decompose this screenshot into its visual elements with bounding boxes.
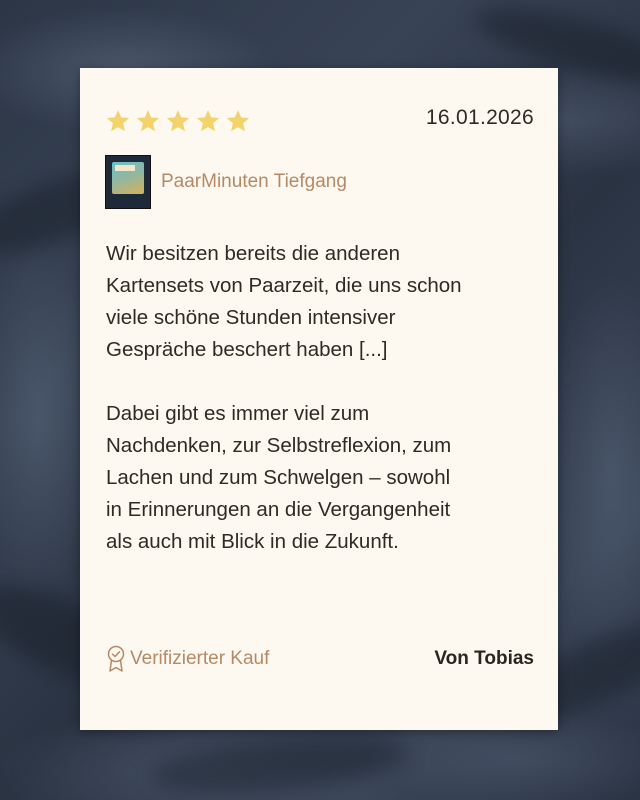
star-rating (105, 108, 251, 134)
award-badge-icon (107, 645, 125, 672)
product-name[interactable]: PaarMinuten Tiefgang (161, 171, 347, 193)
verified-purchase: Verifizierter Kauf (106, 645, 269, 673)
star-icon (166, 109, 190, 132)
review-text: Wir besitzen bereits die anderen Kartens… (106, 238, 546, 590)
star-icon (196, 109, 220, 132)
star-icon (106, 109, 130, 132)
review-author: Von Tobias (434, 648, 534, 669)
fabric-fold (148, 728, 412, 800)
thumbnail-label (115, 165, 135, 171)
review-paragraph: Wir besitzen bereits die anderen Kartens… (106, 242, 462, 361)
verified-purchase-label: Verifizierter Kauf (130, 648, 270, 669)
product-thumbnail[interactable] (105, 155, 151, 209)
review-card: 16.01.2026 PaarMinuten Tiefgang Wir besi… (80, 68, 558, 730)
star-icon (136, 109, 160, 132)
product-reference[interactable]: PaarMinuten Tiefgang (105, 155, 347, 209)
star-icon (226, 109, 250, 132)
review-paragraph: Dabei gibt es immer viel zum Nachdenken,… (106, 402, 452, 553)
review-date: 16.01.2026 (425, 106, 534, 129)
